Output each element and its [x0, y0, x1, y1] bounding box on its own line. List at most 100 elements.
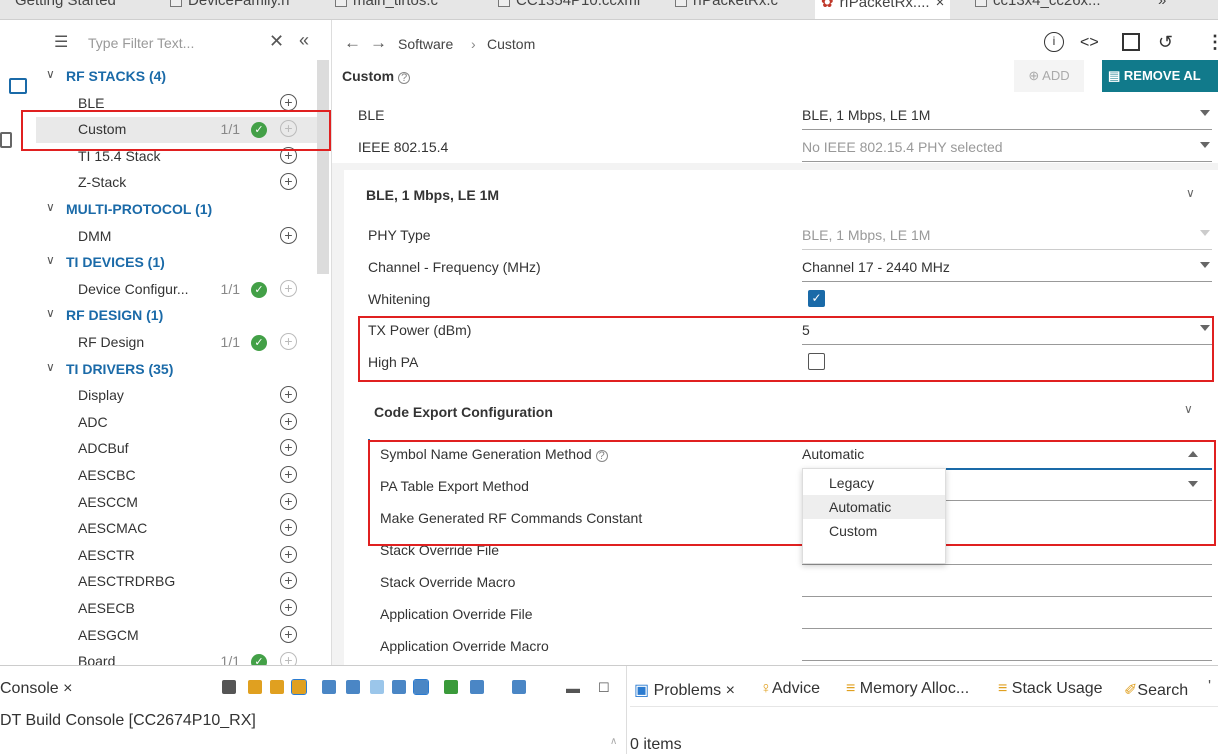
whitening-checkbox[interactable]: ✓ — [808, 290, 825, 307]
maximize-icon[interactable]: ☐ — [598, 680, 610, 696]
add-button[interactable]: ⊕ ADD — [1014, 60, 1084, 92]
code-icon[interactable]: <> — [1080, 34, 1099, 52]
editor-tab[interactable]: Getting Started — [15, 0, 116, 9]
more-icon[interactable]: ⋮ — [1206, 32, 1218, 53]
module-item[interactable]: RF Design 1/1 ✓ + — [36, 330, 331, 356]
category-header[interactable]: ∨ TI DEVICES (1) — [36, 250, 331, 276]
add-instance-icon[interactable]: + — [280, 519, 297, 537]
add-instance-icon[interactable]: + — [280, 226, 297, 244]
category-header[interactable]: ∨ RF STACKS (4) — [36, 64, 331, 90]
module-item[interactable]: Board 1/1 ✓ + — [36, 649, 331, 665]
minimize-icon[interactable]: ▬ — [566, 680, 580, 696]
phy-type-select[interactable]: BLE, 1 Mbps, LE 1M — [802, 227, 930, 243]
close-icon[interactable]: × — [63, 680, 72, 697]
module-item[interactable]: Device Configur... 1/1 ✓ + — [36, 277, 331, 303]
filter-input[interactable]: Type Filter Text... — [88, 35, 194, 51]
add-instance-icon[interactable]: + — [280, 93, 297, 111]
remove-all-button[interactable]: ▤ REMOVE AL — [1102, 60, 1218, 92]
add-instance-icon[interactable]: + — [280, 439, 297, 457]
category-header[interactable]: ∨ RF DESIGN (1) — [36, 303, 331, 329]
chevron-down-icon[interactable]: ∨ — [46, 200, 55, 214]
add-instance-icon[interactable]: + — [280, 279, 297, 297]
tab-advice[interactable]: ♀Advice — [760, 680, 820, 698]
close-icon[interactable]: × — [936, 0, 945, 11]
tab-memory[interactable]: ≡ Memory Alloc... — [846, 680, 969, 698]
add-instance-icon[interactable]: + — [280, 386, 297, 404]
sidebar-scrollbar[interactable] — [317, 60, 329, 274]
dropdown-option-custom[interactable]: Custom — [803, 519, 945, 543]
add-instance-icon[interactable]: + — [280, 412, 297, 430]
chevron-down-icon[interactable] — [1200, 142, 1210, 148]
tab-problems[interactable]: ▣ Problems × — [634, 680, 735, 700]
module-item[interactable]: AESECB + — [36, 596, 331, 622]
back-arrow-icon[interactable]: ← — [344, 33, 361, 53]
chevron-down-icon[interactable]: ∨ — [46, 306, 55, 320]
add-instance-icon[interactable]: + — [280, 599, 297, 616]
tab-console[interactable]: Console × — [0, 680, 73, 698]
chevron-up-icon[interactable]: ∧ — [610, 736, 617, 747]
add-instance-icon[interactable]: + — [280, 466, 297, 483]
info-icon[interactable]: i — [1044, 32, 1064, 52]
chevron-down-icon[interactable]: ∨ — [1186, 186, 1195, 200]
module-item[interactable]: AESCBC + — [36, 463, 331, 489]
show-on-output-icon[interactable] — [346, 680, 360, 694]
editor-tab[interactable]: main_tirtos.c — [335, 0, 438, 9]
add-instance-icon[interactable]: + — [280, 652, 297, 665]
module-item[interactable]: AESCCM + — [36, 490, 331, 516]
hardware-view-icon[interactable] — [0, 132, 12, 148]
add-instance-icon[interactable]: + — [280, 492, 297, 510]
scroll-lock-icon[interactable] — [291, 679, 307, 695]
editor-tab[interactable]: DeviceFamily.h — [170, 0, 289, 9]
new-console-view-icon[interactable] — [512, 680, 526, 694]
software-view-icon[interactable] — [9, 78, 27, 94]
scroll-down-icon[interactable] — [248, 680, 262, 694]
editor-tab[interactable]: rfPacketRx.c — [675, 0, 778, 9]
help-icon[interactable]: ? — [398, 72, 411, 84]
chevron-down-icon[interactable]: ∨ — [46, 67, 55, 81]
word-wrap-icon[interactable] — [322, 680, 336, 694]
dropdown-option-legacy[interactable]: Legacy — [803, 471, 945, 495]
module-item[interactable]: AESGCM + — [36, 623, 331, 649]
scroll-up-icon[interactable] — [270, 680, 284, 694]
category-header[interactable]: ∨ TI DRIVERS (35) — [36, 357, 331, 383]
tab-overflow[interactable]: » — [1158, 0, 1166, 9]
clear-console-icon[interactable] — [222, 680, 236, 694]
chip-icon[interactable] — [1122, 33, 1140, 51]
history-icon[interactable]: ↺ — [1158, 32, 1173, 53]
channel-select[interactable]: Channel 17 - 2440 MHz — [802, 259, 950, 275]
module-item[interactable]: AESCMAC + — [36, 516, 331, 542]
stack-override-file-input[interactable] — [802, 564, 1212, 565]
module-item[interactable]: Display + — [36, 383, 331, 409]
editor-tab[interactable]: CC1354P10.ccxml — [498, 0, 640, 9]
editor-tab-active[interactable]: ✿ rfPacketRx.... × — [815, 0, 951, 19]
category-header[interactable]: ∨ MULTI-PROTOCOL (1) — [36, 197, 331, 223]
chevron-down-icon[interactable] — [1200, 110, 1210, 116]
stack-override-macro-input[interactable] — [802, 596, 1212, 597]
add-instance-icon[interactable]: + — [280, 545, 297, 563]
app-override-file-input[interactable] — [802, 628, 1212, 629]
tab-search[interactable]: ✐Search — [1124, 680, 1188, 700]
collapse-sidebar-icon[interactable]: « — [299, 30, 309, 51]
app-override-macro-input[interactable] — [802, 660, 1212, 661]
tab-stack-usage[interactable]: ≡ Stack Usage — [998, 680, 1103, 698]
add-instance-icon[interactable]: + — [280, 625, 297, 643]
open-console-icon[interactable] — [470, 680, 484, 694]
chevron-down-icon[interactable]: ∨ — [1184, 402, 1193, 416]
add-instance-icon[interactable]: + — [280, 572, 297, 590]
chevron-down-icon[interactable] — [1200, 262, 1210, 268]
ble-phy-select[interactable]: BLE, 1 Mbps, LE 1M — [802, 107, 930, 123]
show-on-error-icon[interactable] — [370, 680, 384, 694]
module-item[interactable]: ADC + — [36, 410, 331, 436]
dropdown-option-automatic[interactable]: Automatic — [803, 495, 945, 519]
close-icon[interactable]: × — [726, 682, 735, 699]
module-item[interactable]: AESCTR + — [36, 543, 331, 569]
add-instance-icon[interactable]: + — [280, 173, 297, 191]
ieee-phy-select[interactable]: No IEEE 802.15.4 PHY selected — [802, 139, 1003, 155]
module-item[interactable]: ADCBuf + — [36, 436, 331, 462]
module-item[interactable]: Z-Stack + — [36, 170, 331, 196]
new-console-icon[interactable] — [444, 680, 458, 694]
pin-console-icon[interactable] — [392, 680, 406, 694]
chevron-down-icon[interactable]: ∨ — [46, 253, 55, 267]
breadcrumb-root[interactable]: Software — [398, 36, 453, 52]
module-item[interactable]: AESCTRDRBG + — [36, 569, 331, 595]
